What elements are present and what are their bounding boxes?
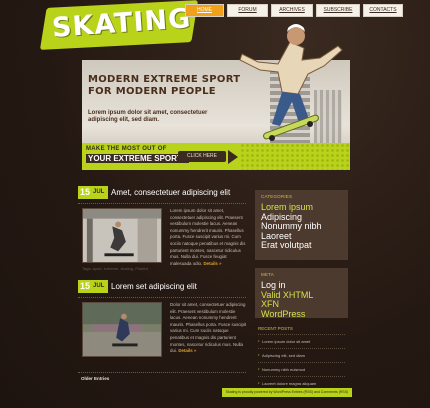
post-day: 15 [80,281,91,291]
promo-line-2: YOUR EXTREME SPORTS [86,154,190,163]
skater-image [239,24,343,141]
divider [78,372,246,373]
arrow-right-icon [228,150,238,164]
banner-title: MODERN EXTREME SPORT FOR MODERN PEOPLE [88,74,241,97]
divider [78,297,246,298]
post-title[interactable]: Amet, consectetuer adipiscing elit [111,188,230,197]
logo[interactable]: SKATING [39,0,199,50]
footer: Skating is proudly powered by WordPress … [222,388,352,397]
sidebar: CATEGORIES Lorem ipsum Adipiscing Nonumm… [255,190,348,390]
categories-title: CATEGORIES [261,194,293,199]
click-here-button[interactable]: CLICK HERE [178,151,226,162]
banner-subtitle: Lorem ipsum dolor sit amet, consectetuer… [88,110,208,123]
divider [78,203,246,204]
nav-home[interactable]: HOME [185,4,224,17]
nav-contacts[interactable]: CONTACTS [363,4,403,17]
categories-box: CATEGORIES Lorem ipsum Adipiscing Nonumm… [255,190,348,260]
post-image [82,302,162,357]
post-excerpt-text: Lorem ipsum dolor sit amet, consectetuer… [170,208,246,266]
page: SKATING HOME FORUM ARCHIVES SUBSCRIBE CO… [0,0,430,408]
post-title[interactable]: Lorem set adipiscing elit [111,282,197,291]
details-link[interactable]: Details [178,348,192,353]
post-excerpt: Lorem ipsum dolor sit amet, consectetuer… [170,208,248,267]
post-month: JUL [93,189,105,195]
post-excerpt: Dolor sit amet, consectetuer adipiscing … [170,302,248,355]
post-image [82,208,162,263]
post-date-badge: 15 JUL [78,280,108,293]
post-excerpt-text: Dolor sit amet, consectetuer adipiscing … [170,302,247,354]
post-meta: Tags: sport, extreme, skating, Posted [82,266,148,271]
category-link[interactable]: Erat volutpat [261,240,342,251]
details-arrow-icon: » [219,260,222,266]
recent-post-link[interactable]: Lorem ipsum dolor sit amet [258,334,345,348]
details-link[interactable]: Details [203,261,217,266]
recent-post-link[interactable]: Adipiscing elit, sed diam [258,348,345,362]
recent-post-link[interactable]: Nonummy nibh euismod [258,362,345,376]
meta-box: META Log in Valid XHTML XFN WordPress [255,268,348,318]
meta-link[interactable]: WordPress [261,309,342,320]
post-date-badge: 15 JUL [78,186,108,199]
promo-line-1: MAKE THE MOST OUT OF [86,146,167,152]
post-day: 15 [80,187,91,197]
meta-title: META [261,272,274,277]
recent-posts: RECENT POSTS Lorem ipsum dolor sit amet … [255,326,348,390]
post-month: JUL [93,283,105,289]
details-arrow-icon: » [193,348,197,354]
older-entries-link[interactable]: Older Entries [81,376,109,381]
recent-posts-title: RECENT POSTS [258,326,293,331]
